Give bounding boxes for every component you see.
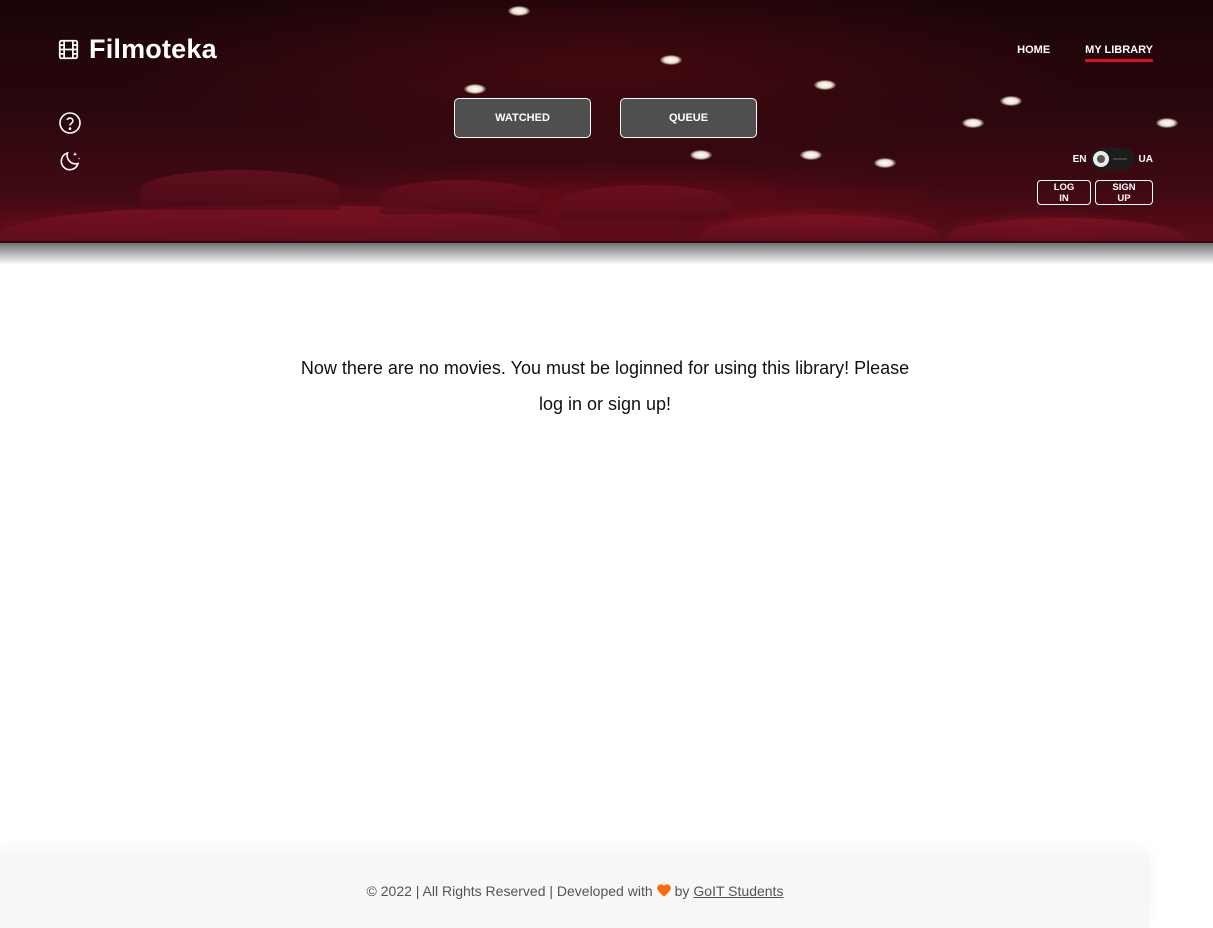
nav-my-library[interactable]: MY LIBRARY — [1085, 44, 1153, 62]
ceiling-light — [800, 150, 822, 160]
seat-row — [945, 218, 1185, 243]
ceiling-light — [508, 6, 530, 16]
seat-row — [560, 185, 730, 219]
footer-copyright: © 2022 | All Rights Reserved | Developed… — [366, 882, 653, 899]
footer-team-link[interactable]: GoIT Students — [693, 883, 783, 899]
ceiling-light — [1156, 118, 1178, 128]
nav-home[interactable]: HOME — [1017, 44, 1050, 59]
toggle-track-line — [1112, 158, 1127, 160]
ceiling-light — [1000, 96, 1022, 106]
seat-row — [700, 215, 940, 243]
lang-en-label: EN — [1072, 153, 1087, 165]
heart-icon — [656, 884, 671, 897]
logo-text: Filmoteka — [89, 34, 217, 64]
page-footer: © 2022 | All Rights Reserved | Developed… — [0, 853, 1150, 928]
logo[interactable]: Filmoteka — [58, 34, 217, 65]
film-icon — [58, 39, 79, 60]
header-shadow — [0, 243, 1213, 265]
ceiling-light — [660, 55, 682, 65]
lang-ua-label: UA — [1138, 153, 1153, 165]
side-icons — [58, 111, 82, 173]
main-nav: HOME MY LIBRARY — [1017, 44, 1153, 62]
toggle-knob — [1092, 151, 1109, 167]
language-switcher: EN UA — [1073, 148, 1153, 170]
footer-content: © 2022 | All Rights Reserved | Developed… — [367, 883, 784, 899]
library-buttons: WATCHED QUEUE — [454, 98, 757, 138]
seat-row — [380, 180, 540, 214]
login-button[interactable]: LOG IN — [1037, 180, 1091, 205]
ceiling-light — [690, 150, 712, 160]
auth-buttons: LOG IN SIGN UP — [1037, 180, 1153, 205]
ceiling-light — [464, 84, 486, 94]
footer-by: by — [674, 882, 690, 899]
seat-row — [140, 170, 340, 210]
ceiling-light — [814, 80, 836, 90]
ceiling-light — [874, 158, 896, 168]
help-circle-icon[interactable] — [58, 111, 82, 135]
queue-button[interactable]: QUEUE — [620, 98, 757, 138]
watched-button[interactable]: WATCHED — [454, 98, 591, 138]
page-header: Filmoteka HOME MY LIBRARY WATCHED QUEUE … — [0, 0, 1213, 243]
language-toggle[interactable] — [1090, 148, 1135, 170]
signup-button[interactable]: SIGN UP — [1095, 180, 1153, 205]
empty-library-message: Now there are no movies. You must be log… — [300, 358, 910, 414]
ceiling-light — [962, 118, 984, 128]
moon-stars-icon[interactable] — [58, 149, 82, 173]
